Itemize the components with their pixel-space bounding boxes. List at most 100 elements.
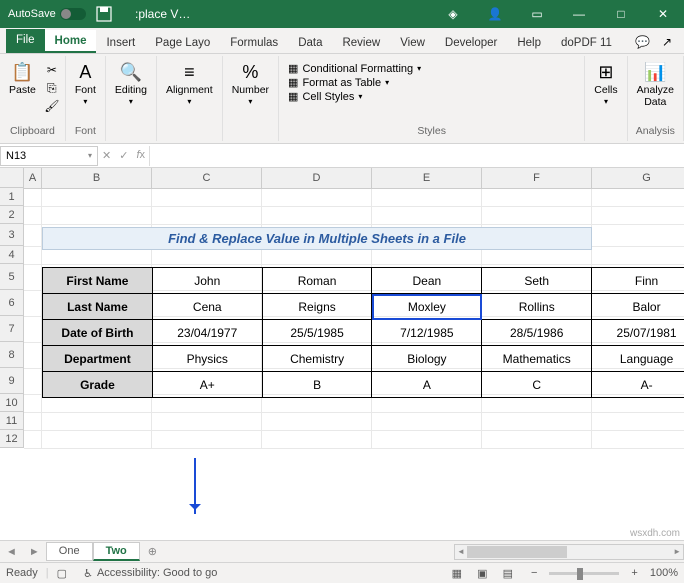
fx-icon[interactable]: fx — [136, 149, 145, 162]
table-cell[interactable]: A- — [592, 372, 684, 398]
tab-home[interactable]: Home — [45, 30, 97, 53]
cell[interactable] — [42, 189, 152, 207]
col-header-g[interactable]: G — [592, 168, 684, 188]
cell[interactable] — [372, 431, 482, 449]
cut-icon[interactable]: ✂ — [44, 62, 60, 78]
accessibility-icon[interactable]: ♿︎ — [83, 567, 93, 580]
paste-button[interactable]: 📋 Paste — [3, 60, 42, 99]
row-header-10[interactable]: 10 — [0, 394, 24, 412]
table-cell[interactable]: Dean — [372, 268, 482, 294]
ribbon-display-icon[interactable]: ▭ — [516, 0, 558, 28]
table-cell[interactable]: Moxley — [372, 294, 482, 320]
horizontal-scrollbar[interactable] — [454, 544, 684, 560]
col-header-c[interactable]: C — [152, 168, 262, 188]
cell[interactable] — [24, 413, 42, 431]
zoom-in-icon[interactable]: + — [631, 567, 637, 579]
view-normal-icon[interactable]: ▦ — [446, 568, 468, 580]
table-cell[interactable]: Balor — [592, 294, 684, 320]
row-header-8[interactable]: 8 — [0, 342, 24, 368]
editing-button[interactable]: 🔍Editing▾ — [109, 60, 153, 108]
cell[interactable] — [24, 431, 42, 449]
row-header-9[interactable]: 9 — [0, 368, 24, 394]
scrollbar-thumb[interactable] — [467, 546, 567, 558]
cell[interactable] — [24, 225, 42, 247]
font-button[interactable]: AFont▾ — [69, 60, 102, 108]
minimize-icon[interactable]: — — [558, 0, 600, 28]
table-cell[interactable]: 7/12/1985 — [372, 320, 482, 346]
tab-review[interactable]: Review — [332, 32, 390, 53]
cell[interactable] — [262, 413, 372, 431]
tab-file[interactable]: File — [6, 29, 45, 53]
formula-input[interactable] — [149, 146, 684, 166]
cell-styles-button[interactable]: ▦Cell Styles▾ — [288, 90, 421, 103]
cell[interactable] — [482, 207, 592, 225]
name-box[interactable]: N13▾ — [0, 146, 98, 166]
maximize-icon[interactable]: □ — [600, 0, 642, 28]
cell[interactable] — [372, 207, 482, 225]
row-header-11[interactable]: 11 — [0, 412, 24, 430]
cell[interactable] — [152, 189, 262, 207]
tab-page-layout[interactable]: Page Layo — [145, 32, 220, 53]
cell[interactable] — [24, 207, 42, 225]
cell[interactable] — [372, 189, 482, 207]
table-cell[interactable]: Reigns — [262, 294, 372, 320]
cancel-formula-icon[interactable]: ✕ — [102, 149, 111, 162]
user-icon[interactable]: 👤 — [474, 0, 516, 28]
table-cell[interactable]: 25/07/1981 — [592, 320, 684, 346]
table-cell[interactable]: A — [372, 372, 482, 398]
format-painter-icon[interactable]: 🖌 — [44, 98, 60, 114]
table-header[interactable]: Last Name — [43, 294, 153, 320]
alignment-button[interactable]: ≡Alignment▾ — [160, 60, 219, 108]
zoom-slider[interactable] — [549, 572, 619, 575]
cell[interactable] — [24, 395, 42, 413]
tab-help[interactable]: Help — [507, 32, 551, 53]
select-all-corner[interactable] — [0, 168, 24, 188]
autosave-toggle[interactable]: AutoSave — [8, 8, 86, 20]
table-header[interactable]: Date of Birth — [43, 320, 153, 346]
cell[interactable] — [592, 189, 684, 207]
tab-dopdf[interactable]: doPDF 11 — [551, 32, 622, 53]
row-header-4[interactable]: 4 — [0, 246, 24, 264]
row-header-12[interactable]: 12 — [0, 430, 24, 448]
macro-record-icon[interactable]: ▢ — [57, 567, 67, 580]
copy-icon[interactable]: ⎘ — [44, 80, 60, 96]
table-cell[interactable]: Mathematics — [482, 346, 592, 372]
table-cell[interactable]: Cena — [152, 294, 262, 320]
cell[interactable] — [372, 413, 482, 431]
table-cell[interactable]: Physics — [152, 346, 262, 372]
conditional-formatting-button[interactable]: ▦Conditional Formatting▾ — [288, 62, 421, 75]
zoom-out-icon[interactable]: − — [531, 567, 537, 579]
table-cell[interactable]: 25/5/1985 — [262, 320, 372, 346]
table-cell[interactable]: Chemistry — [262, 346, 372, 372]
sheet-tab-one[interactable]: One — [46, 542, 93, 561]
tab-view[interactable]: View — [390, 32, 435, 53]
sheet-nav-prev-icon[interactable]: ◄ — [0, 546, 23, 558]
cell[interactable] — [24, 369, 42, 395]
table-cell[interactable]: Rollins — [482, 294, 592, 320]
comments-icon[interactable]: 💬 — [629, 31, 656, 53]
row-header-5[interactable]: 5 — [0, 264, 24, 290]
save-icon[interactable] — [96, 6, 112, 22]
diamond-icon[interactable]: ◈ — [432, 0, 474, 28]
table-cell[interactable]: Biology — [372, 346, 482, 372]
col-header-a[interactable]: A — [24, 168, 42, 188]
cell[interactable] — [24, 247, 42, 265]
sheet-nav-next-icon[interactable]: ► — [23, 546, 46, 558]
cell[interactable] — [262, 207, 372, 225]
tab-developer[interactable]: Developer — [435, 32, 507, 53]
tab-data[interactable]: Data — [288, 32, 332, 53]
table-header[interactable]: Grade — [43, 372, 153, 398]
cell[interactable] — [482, 431, 592, 449]
cell[interactable] — [152, 413, 262, 431]
table-cell[interactable]: Language — [592, 346, 684, 372]
col-header-e[interactable]: E — [372, 168, 482, 188]
cell[interactable] — [42, 207, 152, 225]
table-header[interactable]: First Name — [43, 268, 153, 294]
row-header-7[interactable]: 7 — [0, 316, 24, 342]
add-sheet-button[interactable]: ⊕ — [140, 545, 165, 558]
cell[interactable] — [592, 247, 684, 265]
cell[interactable] — [592, 431, 684, 449]
cell[interactable] — [482, 413, 592, 431]
table-header[interactable]: Department — [43, 346, 153, 372]
cell[interactable] — [24, 265, 42, 291]
